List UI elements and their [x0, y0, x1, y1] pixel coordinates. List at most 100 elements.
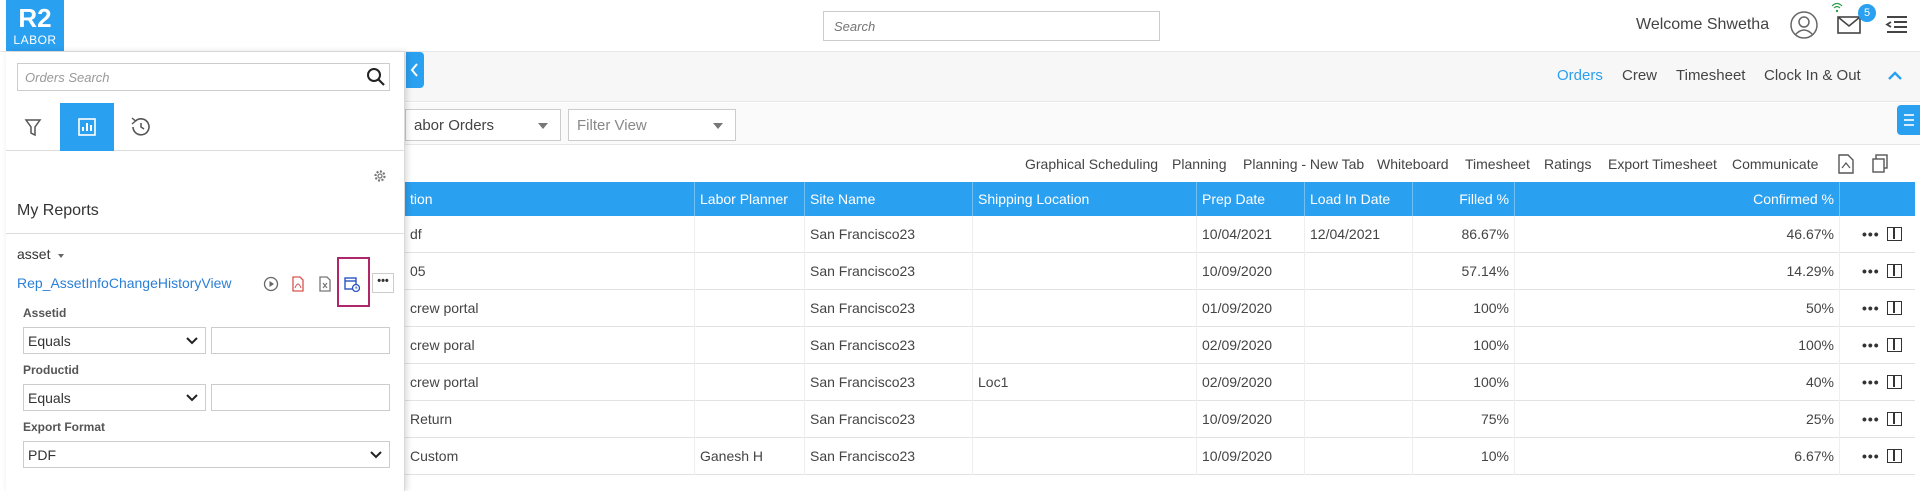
row-more-icon[interactable]: ••• [1862, 338, 1880, 352]
cell-description: 05 [405, 253, 695, 290]
filter-view-value: Filter View [577, 117, 647, 134]
row-more-icon[interactable]: ••• [1862, 264, 1880, 278]
cell-description: df [405, 216, 695, 253]
nav-timesheet[interactable]: Timesheet [1676, 67, 1745, 84]
global-search-input[interactable] [823, 11, 1160, 41]
cell-labor-planner [695, 253, 805, 290]
r2-labor-logo[interactable]: R2 LABOR [6, 0, 64, 51]
row-detail-icon[interactable] [1887, 449, 1902, 463]
gear-icon[interactable] [373, 169, 387, 183]
cell-shipping-location [973, 290, 1197, 327]
tab-filter[interactable] [6, 103, 60, 151]
row-detail-icon[interactable] [1887, 338, 1902, 352]
divider [6, 233, 405, 234]
action-communicate[interactable]: Communicate [1732, 156, 1818, 172]
row-more-icon[interactable]: ••• [1862, 375, 1880, 389]
order-view-value: abor Orders [414, 117, 495, 134]
table-row[interactable]: Return San Francisco23 10/09/2020 75% 25% ••• [405, 401, 1915, 438]
cell-site-name: San Francisco23 [805, 327, 973, 364]
cell-labor-planner [695, 364, 805, 401]
productid-value-input[interactable] [211, 384, 390, 411]
chevron-up-icon[interactable] [1885, 66, 1905, 86]
action-graphical-scheduling[interactable]: Graphical Scheduling [1025, 156, 1158, 172]
cell-confirmed: 14.29% [1515, 253, 1840, 290]
cell-load-in-date [1305, 438, 1413, 475]
row-detail-icon[interactable] [1887, 375, 1902, 389]
cell-filled: 86.67% [1413, 216, 1515, 253]
report-group-asset[interactable]: asset [17, 246, 50, 262]
cell-site-name: San Francisco23 [805, 290, 973, 327]
row-more-icon[interactable]: ••• [1862, 449, 1880, 463]
cell-confirmed: 25% [1515, 401, 1840, 438]
cell-prep-date: 10/09/2020 [1197, 253, 1305, 290]
caret-down-icon [538, 123, 548, 129]
copy-icon[interactable] [1871, 154, 1889, 174]
table-row[interactable]: crew poral San Francisco23 02/09/2020 100% 1… [405, 327, 1915, 364]
cell-prep-date: 01/09/2020 [1197, 290, 1305, 327]
search-icon[interactable] [366, 67, 386, 87]
cell-labor-planner [695, 216, 805, 253]
assetid-value-input[interactable] [211, 327, 390, 354]
row-more-icon[interactable]: ••• [1862, 301, 1880, 315]
col-header-load-in-date[interactable]: Load In Date [1305, 182, 1413, 216]
cell-load-in-date [1305, 401, 1413, 438]
table-row[interactable]: crew portal San Francisco23 01/09/2020 100%… [405, 290, 1915, 327]
column-settings-tab[interactable] [1897, 105, 1920, 135]
col-header-description[interactable]: tion [405, 182, 695, 216]
nav-clock-in-out[interactable]: Clock In & Out [1764, 67, 1861, 84]
tab-history[interactable] [114, 103, 168, 151]
chevron-down-icon [370, 451, 382, 459]
productid-operator-value: Equals [28, 390, 71, 406]
cell-labor-planner [695, 401, 805, 438]
row-detail-icon[interactable] [1887, 301, 1902, 315]
cell-filled: 75% [1413, 401, 1515, 438]
col-header-labor-planner[interactable]: Labor Planner [695, 182, 805, 216]
excel-icon[interactable] [317, 276, 333, 292]
report-link[interactable]: Rep_AssetInfoChangeHistoryView [17, 275, 232, 291]
row-detail-icon[interactable] [1887, 264, 1902, 278]
menu-icon[interactable] [1885, 13, 1909, 37]
more-options-button[interactable]: ••• [372, 273, 394, 293]
table-row[interactable]: 05 San Francisco23 10/09/2020 57.14% 14.29% •… [405, 253, 1915, 290]
table-row[interactable]: df San Francisco23 10/04/2021 12/04/2021 86.… [405, 216, 1915, 253]
action-whiteboard[interactable]: Whiteboard [1377, 156, 1449, 172]
tab-reports[interactable] [60, 103, 114, 151]
caret-down-icon [713, 123, 723, 129]
col-header-site-name[interactable]: Site Name [805, 182, 973, 216]
orders-search-input[interactable]: Orders Search [17, 63, 390, 91]
col-header-prep-date[interactable]: Prep Date [1197, 182, 1305, 216]
action-planning-new-tab[interactable]: Planning - New Tab [1243, 156, 1364, 172]
run-report-icon[interactable] [263, 276, 279, 292]
row-detail-icon[interactable] [1887, 412, 1902, 426]
mail-count-badge: 5 [1858, 4, 1876, 22]
table-row[interactable]: crew portal San Francisco23 Loc1 02/09/2020… [405, 364, 1915, 401]
action-timesheet[interactable]: Timesheet [1465, 156, 1530, 172]
export-pdf-icon[interactable] [1837, 154, 1855, 174]
nav-crew[interactable]: Crew [1622, 67, 1657, 84]
row-detail-icon[interactable] [1887, 227, 1902, 241]
signal-icon [1831, 2, 1843, 13]
productid-operator-select[interactable]: Equals [23, 384, 206, 411]
export-format-select[interactable]: PDF [23, 441, 390, 468]
col-header-shipping-location[interactable]: Shipping Location [973, 182, 1197, 216]
panel-collapse-toggle[interactable] [406, 52, 424, 88]
user-avatar-icon[interactable] [1789, 10, 1819, 40]
nav-orders[interactable]: Orders [1557, 67, 1603, 84]
chevron-left-icon [410, 63, 418, 77]
cell-load-in-date [1305, 290, 1413, 327]
assetid-operator-select[interactable]: Equals [23, 327, 206, 354]
filter-view-select[interactable]: Filter View [568, 109, 736, 141]
action-toolbar: Graphical Scheduling Planning Planning -… [405, 146, 1920, 182]
action-planning[interactable]: Planning [1172, 156, 1227, 172]
col-header-confirmed[interactable]: Confirmed % [1515, 182, 1840, 216]
pdf-icon[interactable] [290, 276, 306, 292]
action-export-timesheet[interactable]: Export Timesheet [1608, 156, 1717, 172]
caret-down-icon[interactable] [58, 254, 64, 258]
row-more-icon[interactable]: ••• [1862, 227, 1880, 241]
action-ratings[interactable]: Ratings [1544, 156, 1591, 172]
order-view-select[interactable]: abor Orders [405, 109, 561, 141]
cell-shipping-location [973, 253, 1197, 290]
col-header-filled[interactable]: Filled % [1413, 182, 1515, 216]
row-more-icon[interactable]: ••• [1862, 412, 1880, 426]
table-row[interactable]: Custom Ganesh H San Francisco23 10/09/2020 1… [405, 438, 1915, 475]
